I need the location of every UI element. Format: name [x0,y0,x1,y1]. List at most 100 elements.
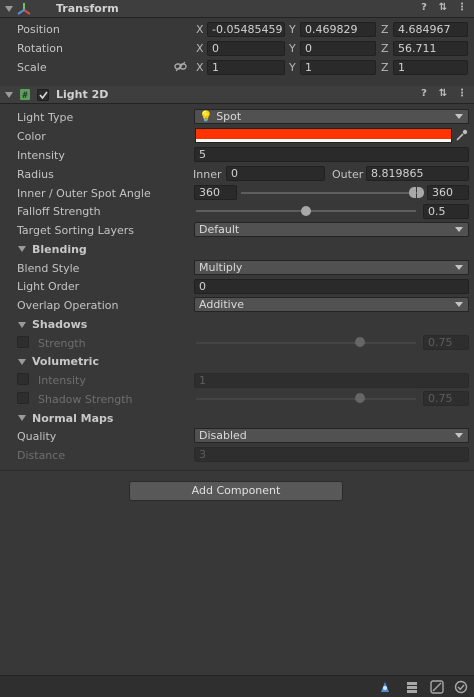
rotation-z-axis-label[interactable]: Z [381,42,389,55]
light-order-label: Light Order [17,280,80,293]
scale-z-axis-label[interactable]: Z [381,61,389,74]
sorting-layers-dropdown[interactable]: Default [194,222,469,237]
inspector-footer [0,675,474,697]
rotation-y-field[interactable]: 0 [300,41,376,56]
scale-y-axis-label[interactable]: Y [289,61,296,74]
rotation-z-field[interactable]: 56.711 [393,41,468,56]
light-order-field[interactable]: 0 [194,279,469,294]
checkmark-icon [39,91,48,100]
radius-outer-label[interactable]: Outer [332,168,363,181]
spot-angle-range-handles[interactable] [409,187,425,198]
volumetric-shadow-strength-slider-track[interactable] [196,398,416,400]
normal-maps-quality-dropdown[interactable]: Disabled [194,428,469,443]
chevron-down-icon [455,227,463,232]
debug-icon[interactable] [378,680,392,694]
shadows-foldout-arrow[interactable] [18,322,26,328]
eyedropper-icon[interactable] [455,129,468,142]
rotation-x-field[interactable]: 0 [207,41,285,56]
blend-style-label: Blend Style [17,262,80,275]
overlap-operation-dropdown[interactable]: Additive [194,297,469,312]
alpha-bar [196,139,451,142]
add-component-button[interactable]: Add Component [129,481,343,501]
normal-maps-section-title[interactable]: Normal Maps [32,412,113,425]
spot-angle-inner-field[interactable]: 360 [194,185,237,200]
sorting-layers-label: Target Sorting Layers [17,224,134,237]
color-swatch[interactable] [195,128,452,143]
transform-title: Transform [56,2,119,15]
volumetric-foldout-arrow[interactable] [18,359,26,365]
visibility-toggle-icon[interactable] [430,680,444,694]
chevron-down-icon [455,114,463,119]
transform-header[interactable]: Transform ? ⇅ ⋮ [0,0,474,18]
spot-angle-outer-field[interactable]: 360 [427,185,469,200]
help-icon[interactable]: ? [418,2,430,14]
volumetric-shadows-checkbox[interactable] [17,392,29,404]
preset-icon[interactable]: ⇅ [437,2,449,14]
shadows-section-title[interactable]: Shadows [32,318,87,331]
script-icon: # [20,89,30,101]
position-y-axis-label[interactable]: Y [289,23,296,36]
shadows-enabled-checkbox[interactable] [17,336,29,348]
normal-maps-foldout-arrow[interactable] [18,415,26,421]
blend-style-value: Multiply [199,261,243,274]
intensity-field[interactable]: 5 [194,147,469,162]
scale-x-axis-label[interactable]: X [196,61,204,74]
sorting-layers-value: Default [199,223,240,236]
more-menu-icon[interactable]: ⋮ [456,88,468,100]
rotation-x-axis-label[interactable]: X [196,42,204,55]
blending-foldout-arrow[interactable] [18,246,26,252]
radius-outer-field[interactable]: 8.819865 [366,166,469,181]
scale-y-field[interactable]: 1 [300,60,376,75]
position-x-field[interactable]: -0.05485459 [207,22,285,37]
light2d-enabled-checkbox[interactable] [37,89,49,101]
scale-z-field[interactable]: 1 [393,60,468,75]
volumetric-shadow-strength-label: Shadow Strength [38,393,133,406]
position-y-field[interactable]: 0.469829 [300,22,376,37]
light-type-value: Spot [216,110,242,123]
volumetric-intensity-label: Intensity [38,374,86,387]
color-label: Color [17,130,46,143]
spot-angle-label: Inner / Outer Spot Angle [17,187,151,200]
preset-icon[interactable]: ⇅ [437,88,449,100]
shadow-strength-label: Strength [38,337,86,350]
layers-icon[interactable] [405,680,419,694]
falloff-label: Falloff Strength [17,205,101,218]
light2d-foldout-arrow[interactable] [5,92,13,98]
normal-maps-distance-label: Distance [17,449,66,462]
rotation-label: Rotation [17,42,64,55]
shadow-strength-slider-handle[interactable] [355,337,365,347]
chevron-down-icon [455,302,463,307]
falloff-field[interactable]: 0.5 [423,204,469,219]
position-z-axis-label[interactable]: Z [381,23,389,36]
chevron-down-icon [455,433,463,438]
volumetric-shadow-strength-field[interactable]: 0.75 [423,391,469,406]
shadow-strength-slider-track[interactable] [196,342,416,344]
transform-foldout-arrow[interactable] [5,6,13,12]
help-icon[interactable]: ? [418,88,430,100]
volumetric-intensity-field[interactable]: 1 [194,373,469,388]
radius-inner-field[interactable]: 0 [226,166,325,181]
svg-text:#: # [22,91,28,101]
volumetric-section-title[interactable]: Volumetric [32,355,99,368]
radius-inner-label[interactable]: Inner [193,168,221,181]
blend-style-dropdown[interactable]: Multiply [194,260,469,275]
more-menu-icon[interactable]: ⋮ [456,2,468,14]
blending-section-title[interactable]: Blending [32,243,87,256]
spot-angle-range-track[interactable] [241,192,417,194]
volumetric-enabled-checkbox[interactable] [17,373,29,385]
position-z-field[interactable]: 4.684967 [393,22,468,37]
shadow-strength-field[interactable]: 0.75 [423,335,469,350]
constrain-proportions-link-icon[interactable] [174,61,187,72]
check-status-icon[interactable] [454,680,468,694]
normal-maps-distance-field[interactable]: 3 [194,447,469,462]
light-type-label: Light Type [17,111,74,124]
scale-x-field[interactable]: 1 [207,60,285,75]
component-divider [0,470,474,471]
light2d-header[interactable]: # Light 2D ? ⇅ ⋮ [0,86,474,104]
rotation-y-axis-label[interactable]: Y [289,42,296,55]
falloff-slider-handle[interactable] [301,206,311,216]
intensity-label: Intensity [17,149,65,162]
position-x-axis-label[interactable]: X [196,23,204,36]
light-type-dropdown[interactable]: 💡 Spot [194,109,469,124]
volumetric-shadow-strength-slider-handle[interactable] [355,393,365,403]
